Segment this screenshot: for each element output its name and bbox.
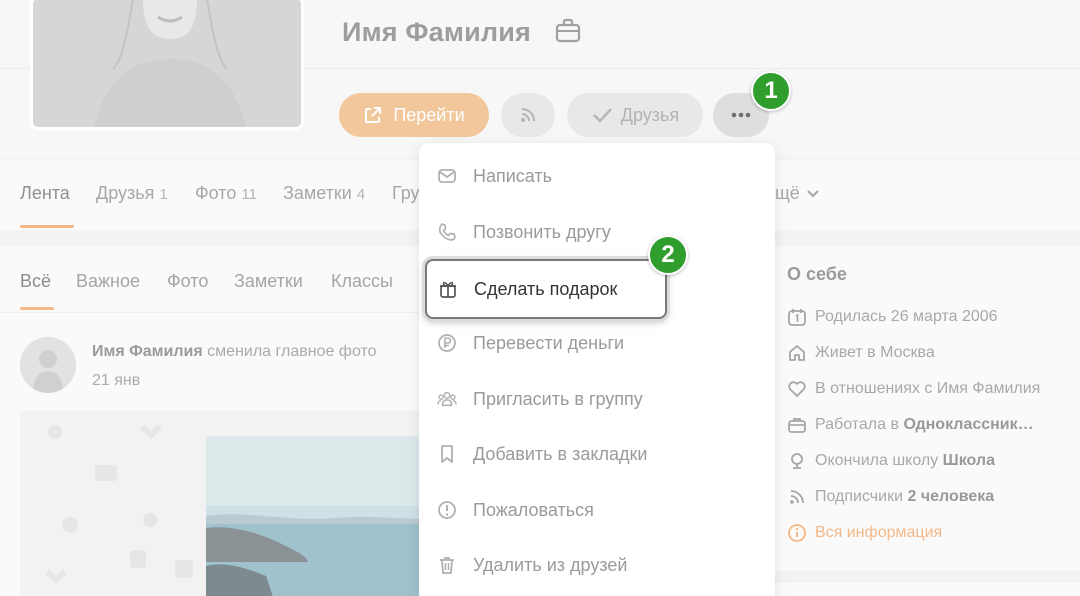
feed-filter-notes[interactable]: Заметки	[234, 271, 303, 292]
tab-photos-label: Фото	[195, 183, 237, 203]
go-button-label: Перейти	[393, 104, 465, 125]
trash-icon	[437, 555, 457, 575]
tab-notes-label: Заметки	[283, 183, 352, 203]
go-button[interactable]: Перейти	[339, 93, 489, 137]
next-panel	[775, 583, 1080, 596]
check-icon	[592, 108, 612, 123]
step-1-badge: 1	[751, 71, 791, 111]
about-city-text: Живет в Москва	[815, 344, 935, 361]
feed-filter-photos[interactable]: Фото	[167, 271, 208, 292]
calendar-icon	[788, 309, 806, 326]
about-birthday: Родилась 26 марта 2006	[787, 307, 998, 327]
briefcase-icon	[553, 16, 583, 46]
profile-name: Имя Фамилия	[342, 17, 531, 47]
tab-friends[interactable]: Друзья 1	[96, 183, 168, 204]
warning-icon	[437, 500, 457, 520]
menu-item-invite-group[interactable]: Пригласить в группу	[419, 379, 775, 419]
menu-item-transfer-money[interactable]: Перевести деньги	[419, 323, 775, 363]
feed-filter-all[interactable]: Всё	[20, 271, 51, 292]
envelope-icon	[437, 166, 457, 186]
active-tab-indicator	[20, 225, 74, 228]
about-relationship-text[interactable]: В отношениях с Имя Фамилия	[815, 380, 1040, 398]
info-icon	[788, 524, 806, 542]
about-all-info-link[interactable]: Вся информация	[787, 523, 942, 543]
about-all-info-label: Вся информация	[815, 524, 943, 541]
menu-item-send-gift[interactable]: Сделать подарок	[425, 259, 667, 319]
feed-filter-likes[interactable]: Классы	[331, 271, 393, 292]
briefcase-small-icon	[788, 418, 806, 433]
about-work-place[interactable]: Одноклассник…	[903, 416, 1033, 433]
external-link-icon	[365, 107, 382, 123]
about-school-name[interactable]: Школа	[943, 452, 995, 469]
profile-photo[interactable]	[30, 0, 304, 130]
phone-icon	[437, 222, 457, 242]
tab-feed[interactable]: Лента	[20, 183, 70, 204]
tab-notes[interactable]: Заметки 4	[283, 183, 365, 204]
home-icon	[789, 345, 805, 361]
bookmark-icon	[437, 444, 457, 464]
gift-icon	[438, 279, 458, 299]
step-2-badge: 2	[648, 235, 688, 275]
tab-friends-label: Друзья	[96, 183, 155, 203]
tab-groups[interactable]: Гру	[392, 183, 420, 204]
post-photo[interactable]	[206, 436, 426, 596]
menu-item-invite-group-label: Пригласить в группу	[473, 388, 643, 409]
tab-friends-count: 1	[159, 186, 168, 203]
subscribe-button[interactable]	[501, 93, 555, 137]
chevron-down-icon	[807, 189, 819, 197]
about-title: О себе	[787, 264, 847, 284]
about-work-prefix: Работала в	[815, 416, 899, 433]
menu-item-bookmark-label: Добавить в закладки	[473, 443, 648, 464]
post-author-avatar[interactable]	[20, 337, 76, 393]
more-dots-icon	[731, 112, 751, 118]
post-action: сменила главное фото	[207, 343, 377, 360]
tab-notes-count: 4	[356, 186, 366, 203]
tab-more-label: щё	[775, 183, 800, 203]
about-school: Окончила школу Школа	[787, 451, 995, 471]
rss-small-icon	[790, 490, 804, 504]
hearts-icon	[788, 381, 806, 397]
menu-item-remove-friend-label: Удалить из друзей	[473, 554, 628, 575]
menu-item-send-gift-label: Сделать подарок	[474, 278, 618, 299]
about-school-prefix: Окончила школу	[815, 452, 939, 469]
menu-item-call[interactable]: Позвонить другу	[419, 212, 775, 252]
rss-icon	[521, 108, 535, 122]
about-subscribers-count[interactable]: 2 человека	[907, 488, 994, 505]
menu-item-write[interactable]: Написать	[419, 156, 775, 196]
active-feed-filter-indicator	[20, 307, 54, 310]
menu-item-report-label: Пожаловаться	[473, 499, 594, 520]
about-city: Живет в Москва	[787, 343, 935, 363]
about-birthday-text: Родилась 26 марта 2006	[815, 308, 998, 325]
tab-photos[interactable]: Фото 11	[195, 183, 257, 204]
ruble-icon	[437, 333, 457, 353]
tab-feed-label: Лента	[20, 183, 70, 203]
friends-button-label: Друзья	[620, 104, 680, 125]
tab-photos-count: 11	[241, 186, 257, 203]
post-date: 21 янв	[92, 372, 141, 389]
menu-item-report[interactable]: Пожаловаться	[419, 490, 775, 530]
menu-item-remove-friend[interactable]: Удалить из друзей	[419, 545, 775, 585]
menu-item-bookmark[interactable]: Добавить в закладки	[419, 434, 775, 474]
post-author-name[interactable]: Имя Фамилия	[92, 343, 203, 360]
about-relationship: В отношениях с Имя Фамилия	[787, 379, 1040, 399]
tab-groups-label: Гру	[392, 183, 420, 203]
about-work: Работала в Одноклассник…	[787, 415, 1034, 435]
group-icon	[437, 389, 457, 409]
menu-item-transfer-money-label: Перевести деньги	[473, 332, 625, 353]
friends-button[interactable]: Друзья	[567, 93, 703, 137]
about-subscribers: Подписчики 2 человека	[787, 487, 994, 507]
menu-item-write-label: Написать	[473, 165, 553, 186]
school-icon	[791, 453, 803, 469]
post-header: Имя Фамилия сменила главное фото	[92, 343, 377, 361]
menu-item-call-label: Позвонить другу	[473, 221, 611, 242]
tab-more[interactable]: щё	[775, 183, 820, 204]
feed-filter-important[interactable]: Важное	[76, 271, 140, 292]
about-subscribers-prefix: Подписчики	[815, 488, 904, 505]
